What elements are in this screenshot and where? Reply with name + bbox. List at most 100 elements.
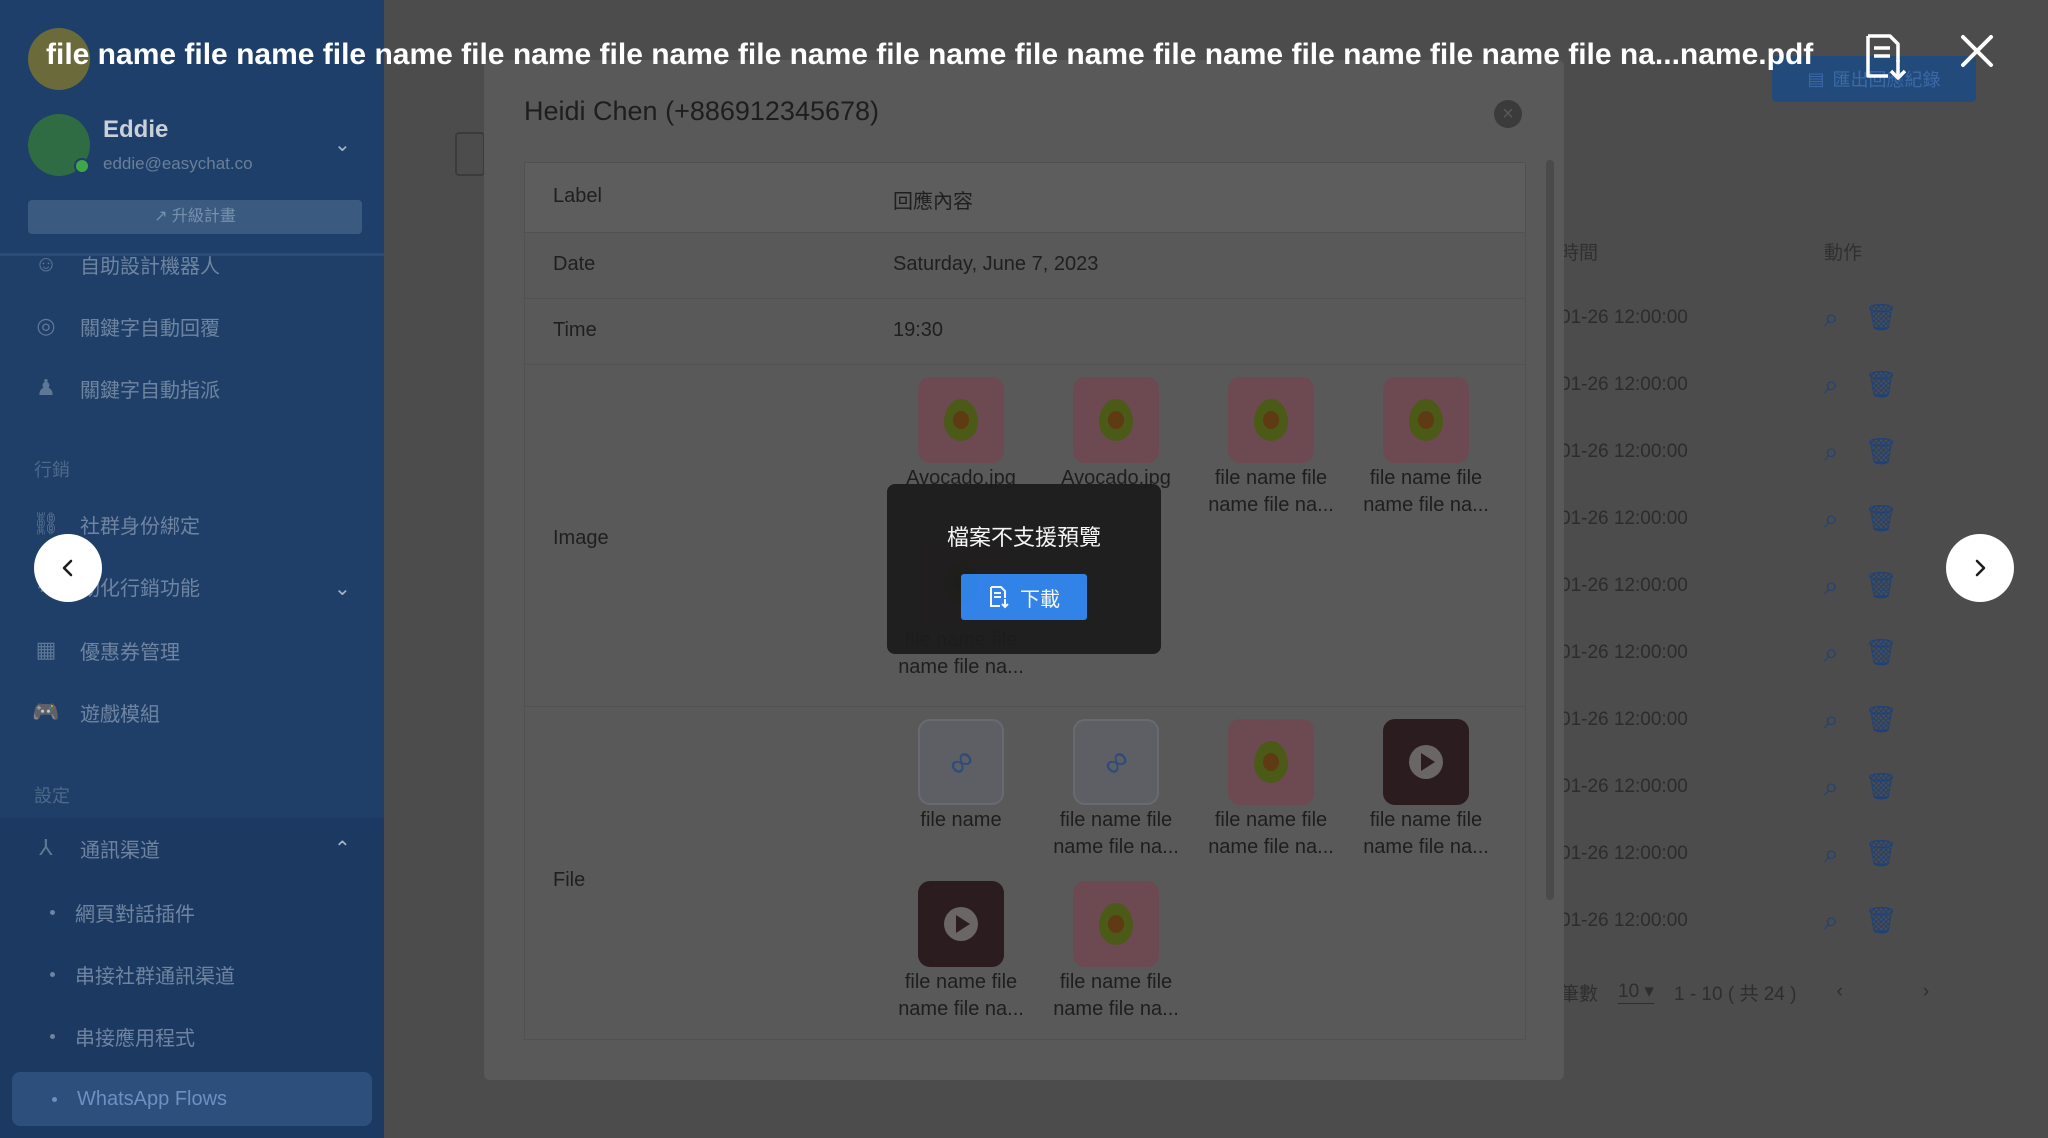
view-details-icon[interactable]: ⌕ bbox=[1824, 436, 1839, 468]
delete-icon[interactable]: 🗑 bbox=[1865, 771, 1898, 803]
table-row: 01-26 12:00:00 ⌕ 🗑 bbox=[1560, 357, 1976, 413]
delete-icon[interactable]: 🗑 bbox=[1865, 436, 1898, 468]
image-thumbnail[interactable] bbox=[1383, 377, 1469, 463]
page-size-select[interactable]: 10 ▾ bbox=[1618, 980, 1654, 1004]
delete-icon[interactable]: 🗑 bbox=[1865, 704, 1898, 736]
delete-icon[interactable]: 🗑 bbox=[1865, 905, 1898, 937]
sidebar-item-keyword-assign[interactable]: ♟ 關鍵字自動指派 bbox=[30, 368, 220, 408]
image-thumbnail[interactable] bbox=[1228, 377, 1314, 463]
delete-icon[interactable]: 🗑 bbox=[1865, 503, 1898, 535]
table-row: 01-26 12:00:00 ⌕ 🗑 bbox=[1560, 759, 1976, 815]
row-actions: ⌕ 🗑 bbox=[1824, 436, 1898, 468]
user-email: eddie@easychat.co bbox=[103, 154, 253, 173]
file-download-icon bbox=[990, 586, 1009, 609]
file-name-line: file name bbox=[920, 809, 1002, 831]
image-thumbnail[interactable] bbox=[1073, 377, 1159, 463]
file-name-line: file name file bbox=[1059, 971, 1173, 993]
sidebar-item-coupons[interactable]: ▦ 優惠券管理 bbox=[30, 630, 180, 670]
next-button[interactable] bbox=[1946, 534, 2014, 602]
video-thumbnail[interactable] bbox=[1383, 719, 1469, 805]
chat-icon: ◎ bbox=[36, 313, 56, 338]
video-thumbnail[interactable] bbox=[918, 881, 1004, 967]
scrollbar[interactable] bbox=[1546, 160, 1554, 900]
sidebar-item-channels[interactable]: ⅄ 通訊渠道 bbox=[30, 828, 160, 868]
view-details-icon[interactable]: ⌕ bbox=[1824, 905, 1839, 937]
row-time: 01-26 12:00:00 bbox=[1560, 709, 1688, 730]
bullet-icon bbox=[52, 1096, 57, 1102]
image-thumbnail[interactable] bbox=[1073, 881, 1159, 967]
gamepad-icon: 🎮 bbox=[32, 699, 60, 724]
image-thumbnail[interactable] bbox=[1228, 719, 1314, 805]
paperclip-icon: ∞ bbox=[938, 739, 983, 784]
row-time: 01-26 12:00:00 bbox=[1560, 374, 1688, 395]
file-name-line: name file na... bbox=[1053, 836, 1179, 858]
sidebar-subitem-web-widget[interactable]: 網頁對話插件 bbox=[50, 898, 195, 927]
sidebar-subitem-apps[interactable]: 串接應用程式 bbox=[50, 1022, 195, 1051]
file-name: file name file name file na... bbox=[1196, 807, 1346, 861]
row-actions: ⌕ 🗑 bbox=[1824, 503, 1898, 535]
paperclip-icon: ∞ bbox=[1093, 739, 1138, 784]
view-details-icon[interactable]: ⌕ bbox=[1824, 838, 1839, 870]
delete-icon[interactable]: 🗑 bbox=[1865, 637, 1898, 669]
view-details-icon[interactable]: ⌕ bbox=[1824, 302, 1839, 334]
row-time: 01-26 12:00:00 bbox=[1560, 441, 1688, 462]
file-download-icon[interactable] bbox=[1862, 32, 1908, 82]
download-button[interactable]: 下載 bbox=[961, 574, 1087, 620]
file-name-line: name file na... bbox=[1363, 494, 1489, 516]
table-row: 01-26 12:00:00 ⌕ 🗑 bbox=[1560, 826, 1976, 882]
view-details-icon[interactable]: ⌕ bbox=[1824, 570, 1839, 602]
date-value: Saturday, June 7, 2023 bbox=[893, 253, 1099, 275]
delete-icon[interactable]: 🗑 bbox=[1865, 302, 1898, 334]
image-thumbnail[interactable] bbox=[918, 377, 1004, 463]
file-name-line: name file na... bbox=[1363, 836, 1489, 858]
chevron-right-icon[interactable]: › bbox=[1923, 981, 1929, 1003]
view-details-icon[interactable]: ⌕ bbox=[1824, 369, 1839, 401]
row-time: 01-26 12:00:00 bbox=[1560, 776, 1688, 797]
filter-input[interactable] bbox=[455, 132, 485, 176]
header-value: 回應內容 bbox=[893, 191, 973, 213]
row-time: 01-26 12:00:00 bbox=[1560, 910, 1688, 931]
view-details-icon[interactable]: ⌕ bbox=[1824, 771, 1839, 803]
close-icon[interactable] bbox=[1958, 32, 1996, 70]
upgrade-plan-label: 升級計畫 bbox=[171, 208, 236, 225]
delete-icon[interactable]: 🗑 bbox=[1865, 369, 1898, 401]
sidebar-item-bot-builder[interactable]: ☺ 自助設計機器人 bbox=[30, 244, 220, 284]
close-icon[interactable]: × bbox=[1494, 100, 1522, 128]
attachment-thumbnail[interactable]: ∞ bbox=[918, 719, 1004, 805]
column-header-time: 時間 bbox=[1560, 243, 1599, 264]
detail-row-file: File ∞ file name ∞ file name file name file … bbox=[525, 707, 1525, 1039]
sidebar-item-label: 社群身份綁定 bbox=[80, 515, 200, 538]
image-label: Image bbox=[553, 527, 609, 549]
upgrade-plan-button[interactable]: ↗ 升級計畫 bbox=[28, 200, 362, 234]
chevron-down-icon[interactable]: ⌄ bbox=[334, 576, 354, 600]
chevron-down-icon[interactable]: ⌄ bbox=[334, 132, 354, 156]
row-actions: ⌕ 🗑 bbox=[1824, 704, 1898, 736]
user-assign-icon: ♟ bbox=[36, 375, 56, 400]
sidebar-item-games[interactable]: 🎮 遊戲模組 bbox=[30, 692, 160, 732]
view-details-icon[interactable]: ⌕ bbox=[1824, 637, 1839, 669]
file-name-line: file name file bbox=[1059, 809, 1173, 831]
delete-icon[interactable]: 🗑 bbox=[1865, 838, 1898, 870]
file-name-line: file name file bbox=[1369, 809, 1483, 831]
sidebar-item-keyword-reply[interactable]: ◎ 關鍵字自動回覆 bbox=[30, 306, 220, 346]
file-label: File bbox=[553, 869, 586, 891]
delete-icon[interactable]: 🗑 bbox=[1865, 570, 1898, 602]
view-details-icon[interactable]: ⌕ bbox=[1824, 704, 1839, 736]
sidebar-subitem-whatsapp-flows[interactable]: WhatsApp Flows bbox=[12, 1072, 372, 1126]
section-marketing: 行銷 bbox=[34, 460, 70, 480]
row-actions: ⌕ 🗑 bbox=[1824, 369, 1898, 401]
attachment-thumbnail[interactable]: ∞ bbox=[1073, 719, 1159, 805]
avocado-image bbox=[1254, 399, 1288, 441]
play-icon bbox=[1409, 745, 1443, 779]
page-size-value: 10 bbox=[1618, 981, 1640, 1002]
chevron-left-icon[interactable]: ‹ bbox=[1836, 981, 1842, 1003]
file-name-line: name file na... bbox=[898, 998, 1024, 1020]
file-name-line: name file na... bbox=[1208, 494, 1334, 516]
sidebar-subitem-social-channels[interactable]: 串接社群通訊渠道 bbox=[50, 960, 235, 989]
chevron-up-icon[interactable]: ⌃ bbox=[334, 836, 354, 860]
view-details-icon[interactable]: ⌕ bbox=[1824, 503, 1839, 535]
column-header-action: 動作 bbox=[1824, 243, 1863, 264]
file-name-line: name file na... bbox=[1208, 836, 1334, 858]
previous-button[interactable] bbox=[34, 534, 102, 602]
row-time: 01-26 12:00:00 bbox=[1560, 307, 1688, 328]
